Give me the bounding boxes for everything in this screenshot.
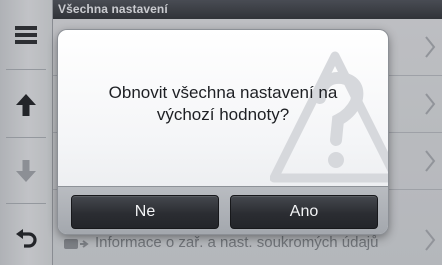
- no-button[interactable]: Ne: [71, 195, 219, 229]
- menu-icon: [15, 26, 37, 44]
- dialog-footer: Ne Ano: [58, 186, 388, 234]
- dialog-message: Obnovit všechna nastavení na výchozí hod…: [108, 83, 338, 124]
- menu-button[interactable]: [0, 6, 52, 64]
- toolbar-divider: [6, 69, 46, 70]
- toolbar-divider: [6, 203, 46, 204]
- yes-button[interactable]: Ano: [230, 195, 378, 229]
- back-button[interactable]: [0, 208, 52, 265]
- reset-confirm-dialog: Obnovit všechna nastavení na výchozí hod…: [58, 30, 388, 234]
- arrow-up-icon: [16, 94, 36, 116]
- device-info-icon: [64, 239, 89, 249]
- list-item-label: Informace o zař. a nast. soukromých údaj…: [95, 234, 379, 251]
- chevron-right-icon: [425, 229, 436, 251]
- chevron-right-icon: [425, 150, 436, 172]
- left-toolbar: [0, 0, 53, 265]
- header-bar: Všechna nastavení: [52, 0, 442, 19]
- toolbar-divider: [6, 137, 46, 138]
- settings-screen: Všechna nastavení Informace o zař. a nas…: [0, 0, 442, 265]
- chevron-right-icon: [425, 36, 436, 58]
- scroll-up-button[interactable]: [0, 76, 52, 134]
- arrow-down-icon: [16, 160, 36, 182]
- back-icon: [16, 229, 37, 248]
- chevron-right-icon: [425, 93, 436, 115]
- page-title: Všechna nastavení: [58, 2, 168, 16]
- scroll-down-button[interactable]: [0, 142, 52, 200]
